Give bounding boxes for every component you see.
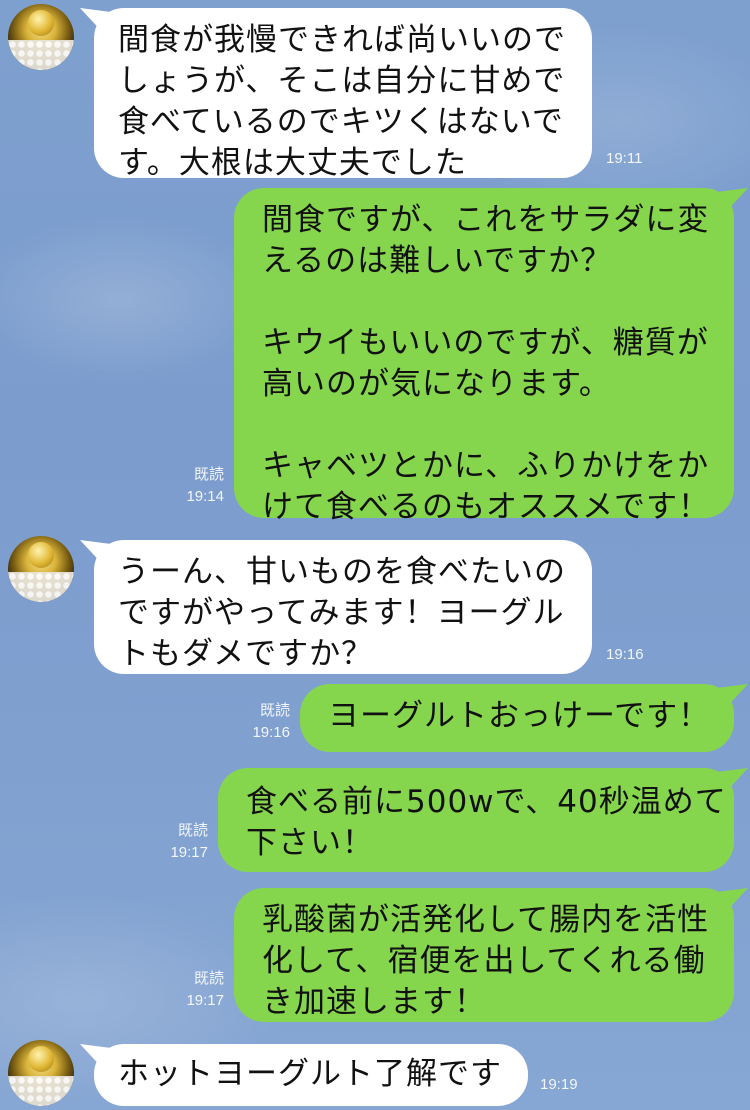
message-timestamp: 19:17 [170,844,208,861]
contact-avatar[interactable] [8,4,74,70]
read-receipt: 既読 19:17 [168,968,224,1012]
read-receipt: 既読 19:17 [152,820,208,864]
outgoing-message-bubble[interactable]: 間食ですが、これをサラダに変 えるのは難しいですか？ キウイもいいのですが、糖質… [234,188,734,525]
read-status: 既読 [259,702,290,719]
contact-avatar[interactable] [8,536,74,602]
read-status: 既読 [193,466,224,483]
contact-avatar[interactable] [8,1040,74,1106]
read-receipt: 既読 19:14 [168,464,224,508]
outgoing-message-bubble[interactable]: 乳酸菌が活発化して腸内を活性 化して、宿便を出してくれる働 き加速します！ [234,888,734,1022]
incoming-message-bubble[interactable]: うーん、甘いものを食べたいの ですがやってみます！ヨーグル トもダメですか？ [94,540,592,674]
outgoing-message-bubble[interactable]: ヨーグルトおっけーです！ [300,684,734,752]
incoming-message-bubble[interactable]: 間食が我慢できれば尚いいので しょうが、そこは自分に甘めで 食べているのでキツく… [94,8,592,181]
message-timestamp: 19:14 [186,488,224,505]
avatar-pattern-image [8,572,74,602]
outgoing-message-bubble[interactable]: 食べる前に500wで、40秒温めて 下さい！ [218,768,734,872]
read-status: 既読 [177,822,208,839]
avatar-coin-image [28,542,54,568]
message-timestamp: 19:19 [540,1076,578,1093]
avatar-coin-image [28,10,54,36]
message-timestamp: 19:16 [252,724,290,741]
message-timestamp: 19:16 [606,646,644,663]
avatar-coin-image [28,1046,54,1072]
message-timestamp: 19:11 [606,150,643,167]
read-status: 既読 [193,970,224,987]
avatar-pattern-image [8,1076,74,1106]
incoming-message-bubble[interactable]: ホットヨーグルト了解です [94,1044,528,1106]
read-receipt: 既読 19:16 [234,700,290,744]
message-timestamp: 19:17 [186,992,224,1009]
avatar-pattern-image [8,40,74,70]
